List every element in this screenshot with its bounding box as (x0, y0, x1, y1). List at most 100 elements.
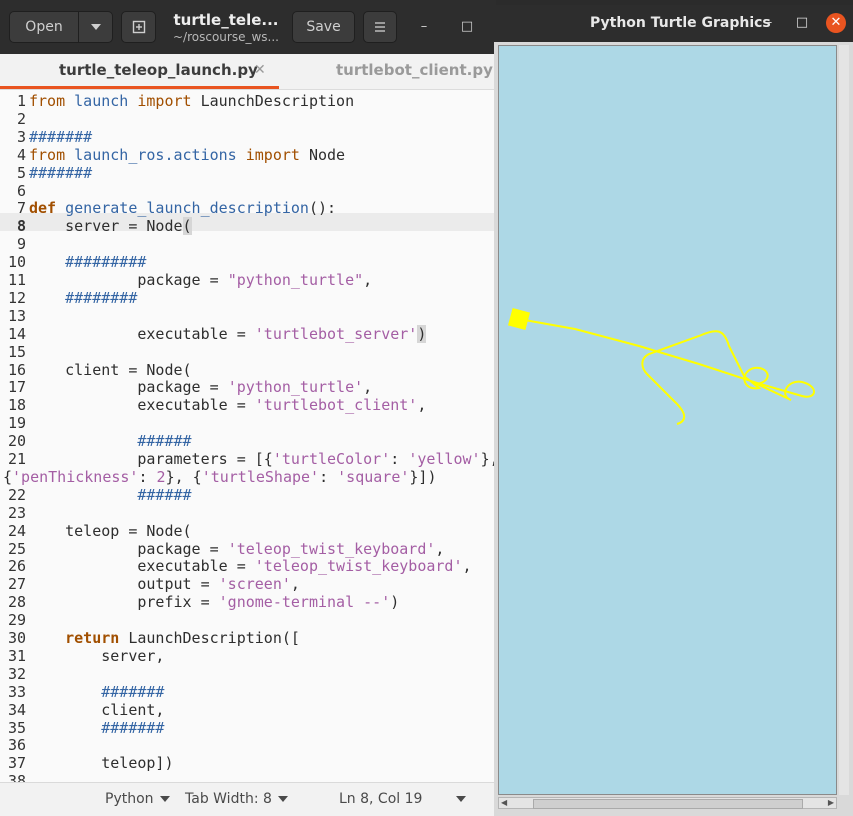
line-number: 23 (7, 503, 26, 522)
tab-turtlebot-client[interactable]: turtlebot_client.py (336, 54, 493, 89)
code-line[interactable]: {'penThickness': 2}, {'turtleShape': 'sq… (3, 468, 437, 486)
turtle-window-title: Python Turtle Graphics (590, 15, 771, 31)
hamburger-menu-button[interactable] (363, 11, 397, 43)
tab-label: turtlebot_client.py (336, 61, 493, 79)
status-bar: Python Tab Width: 8 Ln 8, Col 19 (0, 782, 496, 816)
line-number: 33 (7, 682, 26, 701)
code-line[interactable]: ####### (29, 128, 92, 146)
code-line[interactable]: parameters = [{'turtleColor': 'yellow'}, (29, 450, 496, 468)
line-number: 22 (7, 485, 26, 504)
vertical-scrollbar[interactable] (839, 45, 849, 795)
code-line[interactable]: ####### (29, 719, 164, 737)
line-number: 17 (7, 378, 26, 397)
window-subtitle: ~/roscourse_ws... (173, 30, 279, 44)
code-line[interactable]: package = 'python_turtle', (29, 378, 372, 396)
tab-width-selector[interactable]: Tab Width: 8 (185, 791, 288, 807)
maximize-icon[interactable]: □ (793, 14, 811, 32)
turtle-titlebar: Python Turtle Graphics – □ ✕ (494, 5, 853, 42)
hamburger-icon (375, 22, 385, 32)
line-number: 37 (7, 754, 26, 773)
open-button[interactable]: Open (9, 11, 79, 43)
line-number: 1 (16, 92, 26, 110)
code-line[interactable]: server, (29, 647, 164, 665)
code-line[interactable]: ######### (29, 253, 146, 271)
code-line[interactable]: package = "python_turtle", (29, 271, 372, 289)
chevron-down-icon (277, 796, 288, 802)
line-number: 36 (7, 736, 26, 755)
line-number: 19 (7, 414, 26, 433)
code-line[interactable]: teleop = Node( (29, 522, 191, 540)
maximize-icon[interactable]: □ (458, 18, 476, 36)
code-line[interactable]: client = Node( (29, 361, 191, 379)
code-line[interactable]: server = Node( (29, 217, 192, 236)
line-number: 15 (7, 342, 26, 361)
line-number: 6 (16, 181, 26, 200)
turtle-canvas[interactable] (498, 45, 837, 795)
line-number: 3 (16, 127, 26, 146)
line-number: 18 (7, 396, 26, 415)
horizontal-scrollbar[interactable]: ◀ ▶ (498, 797, 837, 809)
code-line[interactable]: executable = 'teleop_twist_keyboard', (29, 557, 471, 575)
code-editor[interactable]: 1 from launch import LaunchDescription 2 3 #… (0, 90, 496, 790)
line-number: 8 (16, 217, 26, 236)
code-line[interactable]: executable = 'turtlebot_client', (29, 396, 426, 414)
code-line[interactable]: ######## (29, 289, 137, 307)
line-number: 2 (16, 109, 26, 128)
code-line[interactable]: package = 'teleop_twist_keyboard', (29, 540, 444, 558)
line-number: 35 (7, 718, 26, 737)
minimize-icon[interactable]: – (415, 18, 433, 36)
line-number: 26 (7, 557, 26, 576)
scrollbar-thumb[interactable] (533, 799, 803, 809)
close-icon[interactable]: ✕ (826, 13, 846, 33)
new-tab-icon (132, 20, 145, 34)
line-number: 20 (7, 432, 26, 451)
tab-bar: turtle_teleop_launch.py ✕ turtlebot_clie… (0, 54, 496, 90)
language-selector[interactable]: Python (105, 791, 170, 807)
cursor-position[interactable]: Ln 8, Col 19 (339, 791, 422, 807)
line-number: 12 (7, 288, 26, 307)
open-dropdown-button[interactable] (78, 11, 113, 43)
code-line[interactable]: return LaunchDescription([ (29, 629, 300, 647)
tab-label: turtle_teleop_launch.py (59, 61, 258, 79)
line-number: 28 (7, 593, 26, 612)
turtle-graphics-window: Python Turtle Graphics – □ ✕ ◀ ▶ (494, 5, 853, 816)
turtle-square (507, 307, 531, 331)
code-line[interactable]: teleop]) (29, 754, 173, 772)
save-button[interactable]: Save (292, 11, 355, 43)
line-number: 29 (7, 611, 26, 630)
tab-turtle-teleop-launch[interactable]: turtle_teleop_launch.py ✕ (0, 54, 279, 89)
line-number: 34 (7, 700, 26, 719)
code-line[interactable]: ####### (29, 683, 164, 701)
code-line[interactable]: ####### (29, 164, 92, 182)
code-line[interactable]: ###### (29, 432, 191, 450)
line-number: 13 (7, 306, 26, 325)
scroll-left-icon[interactable]: ◀ (501, 799, 507, 807)
code-line[interactable]: from launch_ros.actions import Node (29, 146, 345, 164)
line-number: 9 (16, 235, 26, 254)
code-line[interactable]: prefix = 'gnome-terminal --') (29, 593, 399, 611)
line-number: 32 (7, 664, 26, 683)
insert-mode-selector[interactable] (450, 791, 466, 807)
close-tab-icon[interactable]: ✕ (254, 54, 266, 86)
minimize-icon[interactable]: – (760, 14, 778, 32)
code-line[interactable]: def generate_launch_description(): (29, 199, 336, 217)
line-number: 31 (7, 646, 26, 665)
chevron-down-icon (159, 796, 170, 802)
chevron-down-icon (456, 796, 466, 802)
line-number: 25 (7, 539, 26, 558)
header-bar: Open turtle_tele... ~/roscourse_ws... Sa… (0, 0, 496, 54)
line-number: 24 (7, 521, 26, 540)
gedit-window: Open turtle_tele... ~/roscourse_ws... Sa… (0, 0, 496, 816)
line-number: 5 (16, 163, 26, 182)
scroll-right-icon[interactable]: ▶ (828, 799, 834, 807)
new-tab-button[interactable] (121, 11, 156, 43)
line-number: 4 (16, 145, 26, 164)
code-line[interactable]: ###### (29, 486, 191, 504)
line-number: 27 (7, 575, 26, 594)
line-number: 16 (7, 360, 26, 379)
line-number: 21 (7, 450, 26, 468)
code-line[interactable]: output = 'screen', (29, 575, 300, 593)
code-line[interactable]: client, (29, 701, 164, 719)
code-line[interactable]: executable = 'turtlebot_server') (29, 324, 427, 343)
code-line[interactable]: from launch import LaunchDescription (29, 92, 354, 110)
